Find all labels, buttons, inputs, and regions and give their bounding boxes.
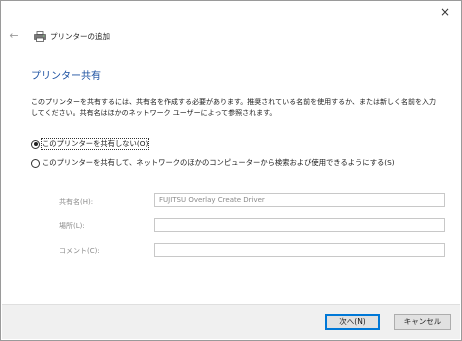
back-arrow-icon[interactable]: ← xyxy=(8,30,20,42)
share-name-label: 共有名(H): xyxy=(59,198,94,206)
footer-bar: 次へ(N) キャンセル xyxy=(2,304,460,339)
add-printer-window: × ← プリンターの追加 プリンター共有 このプリンターを共有するには、共有名を… xyxy=(0,0,462,341)
cancel-button[interactable]: キャンセル xyxy=(394,314,451,330)
radio-no-share-indicator[interactable] xyxy=(31,139,40,149)
wizard-title: プリンターの追加 xyxy=(50,32,110,41)
printer-icon xyxy=(34,31,46,42)
location-field[interactable] xyxy=(154,218,445,232)
page-title: プリンター共有 xyxy=(31,71,101,82)
radio-no-share-label[interactable]: このプリンターを共有しない(O) xyxy=(40,138,150,150)
share-name-field[interactable]: FUJITSU Overlay Create Driver xyxy=(154,193,445,207)
comment-label: コメント(C): xyxy=(59,247,100,255)
radio-share-indicator[interactable] xyxy=(31,158,40,168)
radio-no-share[interactable]: このプリンターを共有しない(O) xyxy=(31,138,150,150)
description-text: このプリンターを共有するには、共有名を作成する必要があります。推奨されている名前… xyxy=(31,98,436,117)
radio-share-label[interactable]: このプリンターを共有して、ネットワークのほかのコンピューターから検索および使用で… xyxy=(42,158,395,168)
next-button[interactable]: 次へ(N) xyxy=(325,314,380,330)
radio-share[interactable]: このプリンターを共有して、ネットワークのほかのコンピューターから検索および使用で… xyxy=(31,158,395,168)
comment-field[interactable] xyxy=(154,243,445,257)
location-label: 場所(L): xyxy=(59,222,85,230)
close-button[interactable]: × xyxy=(435,3,455,21)
